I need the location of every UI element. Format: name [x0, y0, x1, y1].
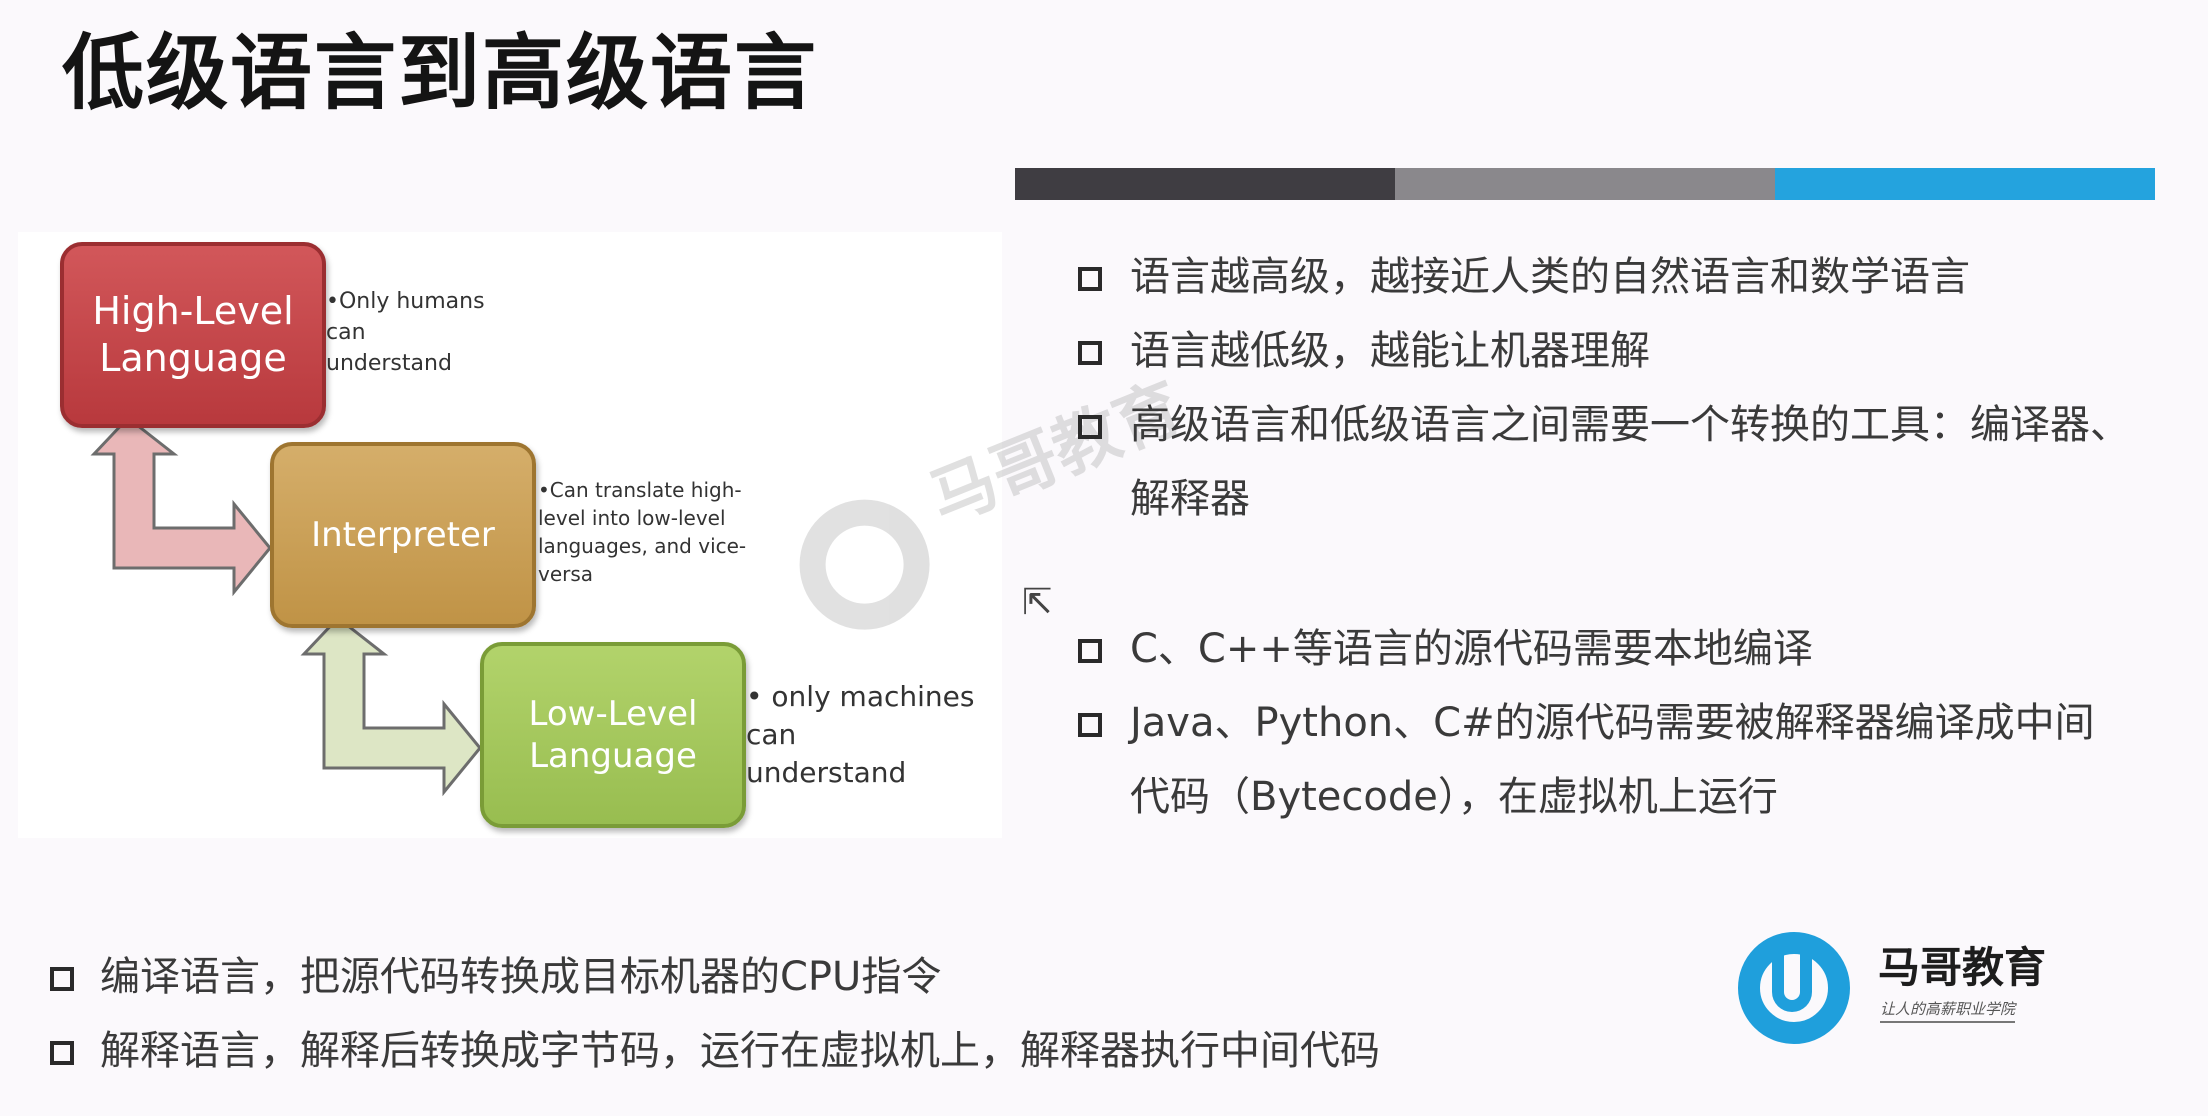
note-line: versa [538, 562, 594, 586]
note-line: understand [746, 756, 907, 789]
note-line: understand [326, 351, 452, 376]
list-item: Java、Python、C#的源代码需要被解释器编译成中间 代码（Bytecod… [1078, 686, 2188, 834]
mouse-cursor-icon: ⇱ [1022, 582, 1053, 623]
bullet-text: 高级语言和低级语言之间需要一个转换的工具：编译器、 [1130, 402, 2130, 448]
note-line: •Only humans [326, 289, 485, 314]
note-line: languages, and vice- [538, 534, 747, 558]
bullet-text: 语言越高级，越接近人类的自然语言和数学语言 [1130, 254, 1970, 300]
mage-logo-icon [779, 480, 950, 650]
box-label: High-Level [92, 288, 294, 333]
brand-name: 马哥教育 [1878, 943, 2047, 992]
note-line: can [326, 320, 366, 345]
low-level-language-box: Low-Level Language [480, 642, 746, 828]
bidirectional-arrow-1 [90, 415, 272, 597]
interpreter-note: •Can translate high- level into low-leve… [538, 476, 746, 588]
presentation-slide: 低级语言到高级语言 High-Level Language Interprete… [0, 0, 2208, 1116]
list-item: 语言越低级，越能让机器理解 [1078, 314, 2188, 388]
bullet-text: 语言越低级，越能让机器理解 [1130, 328, 1650, 374]
list-item: 高级语言和低级语言之间需要一个转换的工具：编译器、 解释器 [1078, 388, 2188, 536]
bottom-bullet-list: 编译语言，把源代码转换成目标机器的CPU指令 解释语言，解释后转换成字节码，运行… [50, 940, 1550, 1088]
box-label: Low-Level [528, 693, 698, 734]
box-label: Language [99, 336, 287, 380]
box-label: Language [529, 736, 697, 776]
slide-title: 低级语言到高级语言 [62, 26, 819, 121]
right-bullet-list: 语言越高级，越接近人类的自然语言和数学语言 语言越低级，越能让机器理解 高级语言… [1078, 240, 2188, 834]
bidirectional-arrow-2 [300, 615, 482, 797]
bullet-text: 代码（Bytecode），在虚拟机上运行 [1130, 774, 1778, 820]
list-item: 语言越高级，越接近人类的自然语言和数学语言 [1078, 240, 2188, 314]
brand-slogan: 让人的高薪职业学院 [1880, 998, 2016, 1023]
accent-bar-dark [1015, 168, 1395, 200]
box-label: Interpreter [311, 514, 495, 555]
bullet-text: C、C++等语言的源代码需要本地编译 [1130, 626, 1813, 672]
list-item: 编译语言，把源代码转换成目标机器的CPU指令 [50, 940, 1550, 1014]
logo-mark [1772, 954, 1812, 1012]
note-line: can [746, 718, 797, 751]
bullet-text: 解释器 [1130, 476, 1250, 522]
high-level-language-box: High-Level Language [60, 242, 326, 428]
note-line: level into low-level [538, 506, 726, 530]
brand-logo: 马哥教育 让人的高薪职业学院 [1738, 928, 2068, 1048]
bullet-text: Java、Python、C#的源代码需要被解释器编译成中间 [1130, 700, 2095, 746]
list-item: C、C++等语言的源代码需要本地编译 [1078, 612, 2188, 686]
high-level-note: •Only humans can understand [326, 286, 485, 379]
interpreter-box: Interpreter [270, 442, 536, 628]
list-item: 解释语言，解释后转换成字节码，运行在虚拟机上，解释器执行中间代码 [50, 1014, 1550, 1088]
note-line: •Can translate high- [538, 478, 742, 502]
accent-bar-gray [1395, 168, 1775, 200]
accent-bar-blue [1775, 168, 2155, 200]
